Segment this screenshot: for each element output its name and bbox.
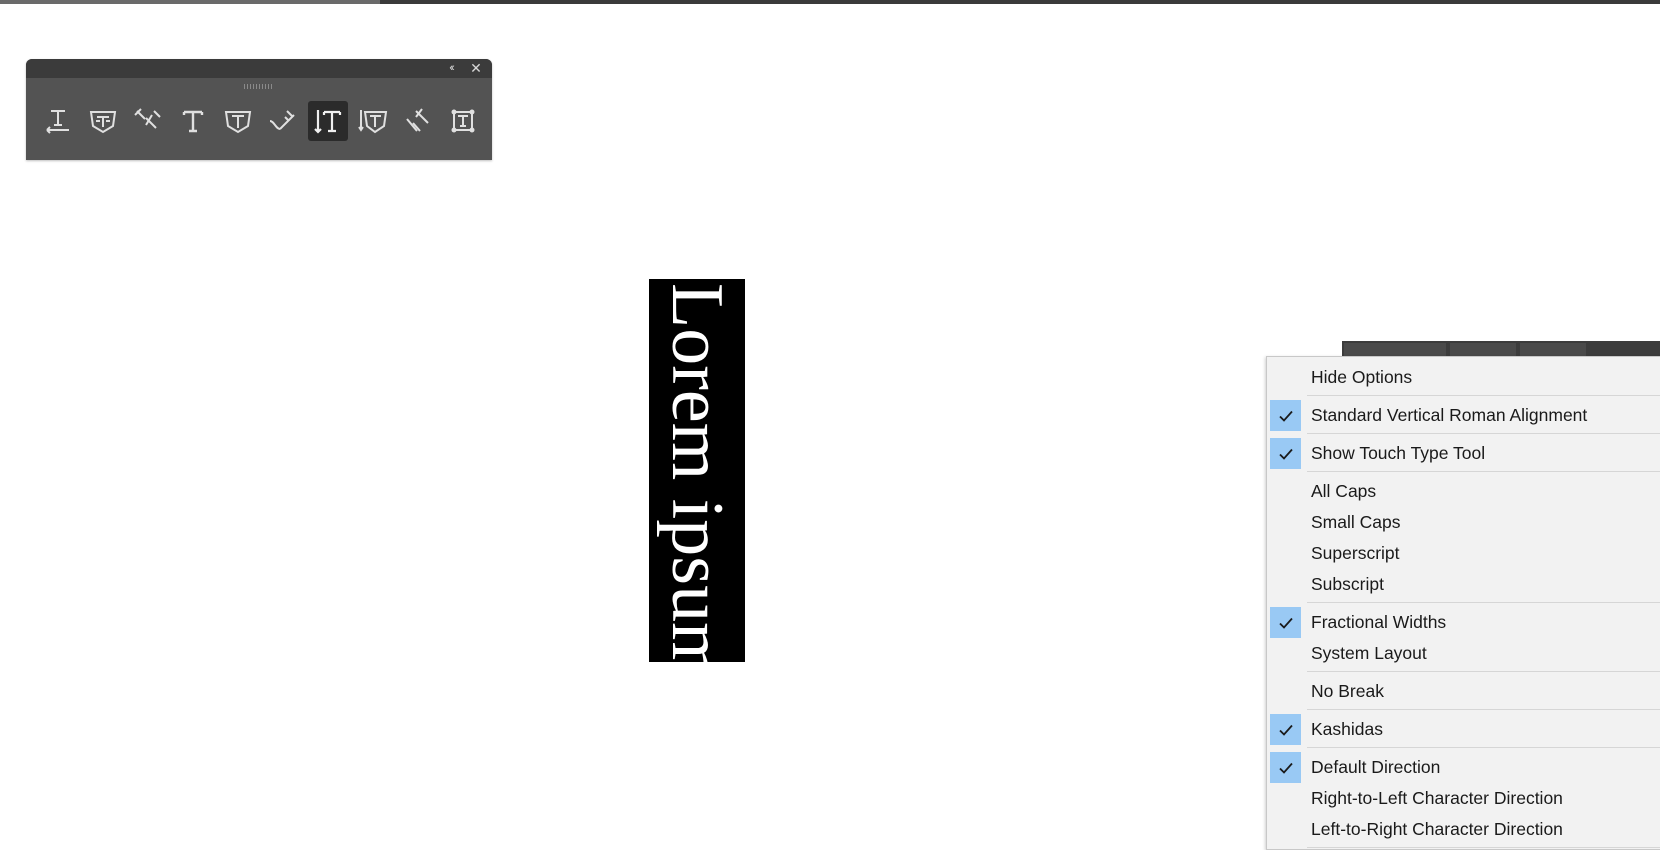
top-window-strip [0,0,1660,4]
type-path-reverse-icon [134,108,161,129]
menu-item-fractional-widths[interactable]: Fractional Widths [1267,607,1660,638]
menu-separator [1307,433,1660,434]
menu-separator [1307,471,1660,472]
type-tools-row [38,101,488,141]
menu-item-small-caps[interactable]: Small Caps [1267,507,1660,538]
menu-item-label: System Layout [1311,643,1427,663]
path-type-icon [269,110,295,130]
type-tool[interactable] [173,101,213,141]
collapse-panel-button[interactable]: ‹‹ [442,60,460,76]
vertical-area-type-tool[interactable] [353,101,393,141]
character-panel-flyout-menu: Hide Options Standard Vertical Roman Ali… [1266,356,1660,850]
menu-item-label: No Break [1311,681,1384,701]
type-on-path-icon [46,110,69,134]
menu-item-show-touch-type-tool[interactable]: Show Touch Type Tool [1267,438,1660,469]
menu-item-subscript[interactable]: Subscript [1267,569,1660,600]
touch-type-tool-icon [451,109,475,133]
menu-item-no-break[interactable]: No Break [1267,676,1660,707]
menu-separator [1307,747,1660,748]
menu-item-superscript[interactable]: Superscript [1267,538,1660,569]
checkmark-icon [1270,714,1301,745]
menu-item-label: Right-to-Left Character Direction [1311,788,1563,808]
vertical-text-content[interactable]: Lorem ipsum [655,283,739,662]
menu-separator [1307,395,1660,396]
menu-item-label: Small Caps [1311,512,1401,532]
checkmark-icon [1270,752,1301,783]
type-tool-icon [182,110,204,133]
menu-item-label: Superscript [1311,543,1400,563]
menu-item-label: Hide Options [1311,367,1413,387]
panel-titlebar[interactable]: ‹‹ ✕ [26,59,492,78]
checkmark-icon [1270,438,1301,469]
menu-item-kashidas[interactable]: Kashidas [1267,714,1660,745]
vertical-text-frame[interactable]: Lorem ipsum [649,279,745,662]
menu-item-label: Subscript [1311,574,1384,594]
close-panel-button[interactable]: ✕ [467,60,485,76]
menu-item-label: Fractional Widths [1311,612,1447,632]
menu-item-label: Standard Vertical Roman Alignment [1311,405,1588,425]
checkmark-icon [1270,607,1301,638]
top-window-tab [0,0,380,4]
area-type-alt-icon [224,111,252,134]
menu-item-label: All Caps [1311,481,1377,501]
menu-item-right-to-left-character-direction[interactable]: Right-to-Left Character Direction [1267,783,1660,814]
menu-item-system-layout[interactable]: System Layout [1267,638,1660,669]
menu-item-label: Kashidas [1311,719,1383,739]
panel-gripper[interactable] [244,84,274,89]
area-type-alt-tool[interactable] [218,101,258,141]
area-type-tool[interactable] [83,101,123,141]
vertical-type-tool-icon [314,110,342,134]
menu-item-label: Show Touch Type Tool [1311,443,1486,463]
vertical-path-type-tool[interactable] [398,101,438,141]
menu-item-label: Default Direction [1311,757,1441,777]
type-on-path-tool[interactable] [38,101,78,141]
vertical-path-type-icon [406,108,429,132]
menu-separator [1307,602,1660,603]
menu-separator [1307,709,1660,710]
vertical-type-tool[interactable] [308,101,348,141]
type-path-reverse-tool[interactable] [128,101,168,141]
checkmark-icon [1270,400,1301,431]
area-type-icon [89,111,117,134]
menu-item-default-direction[interactable]: Default Direction [1267,752,1660,783]
path-type-tool[interactable] [263,101,303,141]
touch-type-tool[interactable] [443,101,483,141]
menu-item-all-caps[interactable]: All Caps [1267,476,1660,507]
type-tools-panel: ‹‹ ✕ [26,59,492,160]
vertical-area-type-icon [358,110,388,134]
menu-separator [1307,671,1660,672]
menu-item-left-to-right-character-direction[interactable]: Left-to-Right Character Direction [1267,814,1660,845]
menu-item-hide-options[interactable]: Hide Options [1267,362,1660,393]
menu-item-label: Left-to-Right Character Direction [1311,819,1563,839]
menu-item-standard-vertical-roman-alignment[interactable]: Standard Vertical Roman Alignment [1267,400,1660,431]
